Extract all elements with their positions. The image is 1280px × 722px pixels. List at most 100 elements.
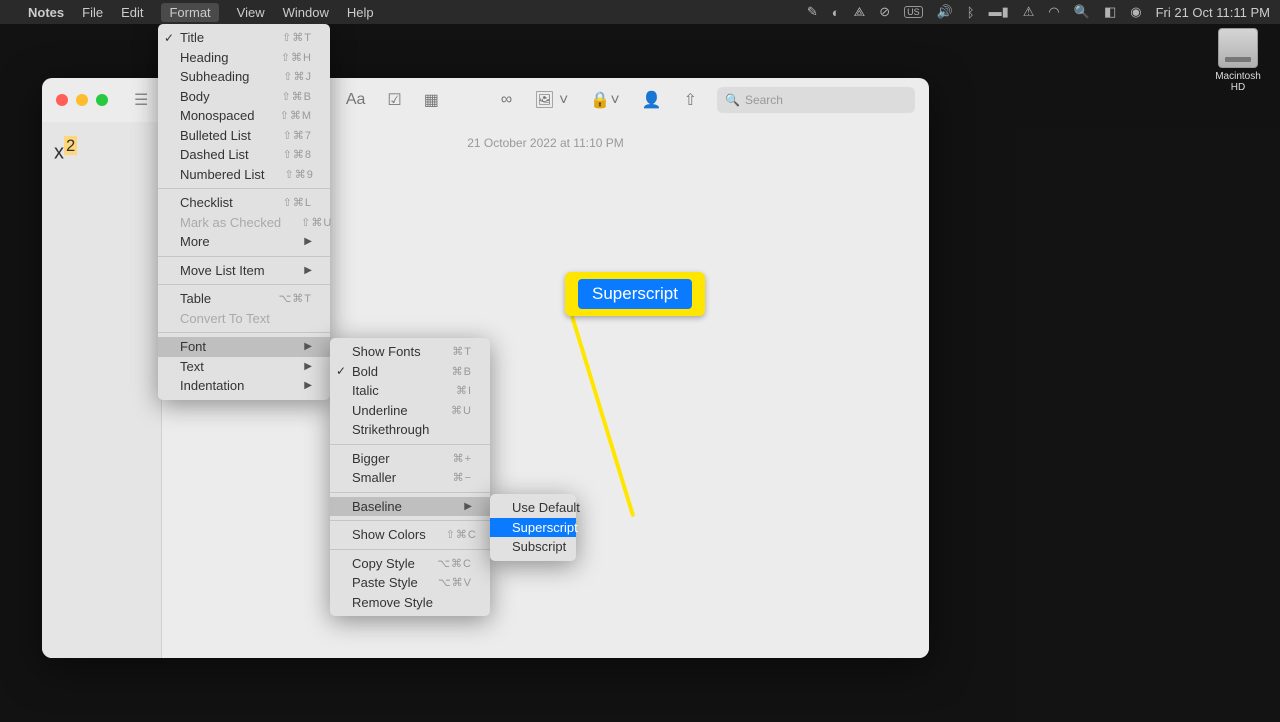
format-item-checklist[interactable]: Checklist⇧⌘L — [158, 193, 330, 213]
minimize-button[interactable] — [76, 94, 88, 106]
menu-item-shortcut: ⌘U — [431, 404, 472, 417]
font-item-show-colors[interactable]: Show Colors⇧⌘C — [330, 525, 490, 545]
format-item-bulleted-list[interactable]: Bulleted List⇧⌘7 — [158, 126, 330, 146]
format-item-monospaced[interactable]: Monospaced ⇧⌘M — [158, 106, 330, 126]
menu-item-label: Show Fonts — [352, 344, 421, 359]
search-placeholder: Search — [745, 93, 783, 107]
sidebar-toggle-icon[interactable]: ☰ — [134, 90, 148, 110]
baseline-item-subscript[interactable]: Subscript — [490, 537, 576, 557]
format-separator — [158, 332, 330, 333]
format-item-font[interactable]: Font▶ — [158, 337, 330, 357]
font-item-paste-style[interactable]: Paste Style⌥⌘V — [330, 573, 490, 593]
format-separator — [158, 188, 330, 189]
font-item-bold[interactable]: ✓Bold⌘B — [330, 362, 490, 382]
close-button[interactable] — [56, 94, 68, 106]
menu-item-shortcut: ⇧⌘M — [260, 109, 312, 122]
menu-item-label: Table — [180, 291, 211, 306]
status-icon[interactable]: ◐ — [832, 5, 840, 20]
menu-item-label: Monospaced — [180, 108, 254, 123]
font-item-smaller[interactable]: Smaller⌘− — [330, 468, 490, 488]
desktop-hd-icon[interactable]: Macintosh HD — [1210, 28, 1266, 93]
font-item-bigger[interactable]: Bigger⌘+ — [330, 449, 490, 469]
menu-edit[interactable]: Edit — [121, 5, 143, 20]
baseline-item-superscript[interactable]: Superscript — [490, 518, 576, 538]
status-icon[interactable]: ⊘ — [879, 4, 890, 20]
menu-item-label: Bold — [352, 364, 378, 379]
font-item-underline[interactable]: Underline⌘U — [330, 401, 490, 421]
font-item-strikethrough[interactable]: Strikethrough — [330, 420, 490, 440]
app-name[interactable]: Notes — [28, 5, 64, 20]
format-item-dashed-list[interactable]: Dashed List⇧⌘8 — [158, 145, 330, 165]
font-item-copy-style[interactable]: Copy Style⌥⌘C — [330, 554, 490, 574]
format-item-title[interactable]: ✓Title⇧⌘T — [158, 28, 330, 48]
menu-item-shortcut: ⇧⌘J — [263, 70, 312, 83]
submenu-arrow-icon: ▶ — [284, 236, 312, 247]
format-item-body[interactable]: Body⇧⌘B — [158, 87, 330, 107]
format-item-heading[interactable]: Heading⇧⌘H — [158, 48, 330, 68]
font-item-italic[interactable]: Italic⌘I — [330, 381, 490, 401]
check-icon: ✓ — [164, 31, 174, 45]
control-center-icon[interactable]: ◧ — [1104, 4, 1116, 20]
format-item-text[interactable]: Text▶ — [158, 357, 330, 377]
table-icon[interactable]: ▦ — [424, 90, 439, 110]
siri-icon[interactable]: ◉ — [1130, 4, 1141, 20]
format-item-move-list-item[interactable]: Move List Item ▶ — [158, 261, 330, 281]
font-item-show-fonts[interactable]: Show Fonts⌘T — [330, 342, 490, 362]
font-item-remove-style[interactable]: Remove Style — [330, 593, 490, 613]
baseline-item-use-default[interactable]: Use Default — [490, 498, 576, 518]
menu-item-label: Move List Item — [180, 263, 265, 278]
menu-item-label: Superscript — [512, 520, 578, 535]
wifi-icon[interactable]: ⚠ — [1023, 4, 1035, 20]
notes-list-sidebar[interactable]: x2 — [42, 122, 162, 658]
menu-item-shortcut: ⇧⌘U — [281, 216, 332, 229]
menu-item-label: Copy Style — [352, 556, 415, 571]
checklist-icon[interactable]: ☑ — [387, 90, 401, 110]
format-item-more[interactable]: More▶ — [158, 232, 330, 252]
collaborate-icon[interactable]: 👤 — [642, 90, 662, 110]
volume-icon[interactable]: 🔊 — [937, 4, 953, 20]
submenu-arrow-icon: ▶ — [284, 265, 312, 276]
format-item-table[interactable]: Table ⌥⌘T — [158, 289, 330, 309]
zoom-button[interactable] — [96, 94, 108, 106]
baseline-submenu: Use Default Superscript Subscript — [490, 494, 576, 561]
format-item-mark-as-checked: Mark as Checked⇧⌘U — [158, 213, 330, 233]
menubar-clock[interactable]: Fri 21 Oct 11:11 PM — [1156, 5, 1270, 20]
font-separator — [330, 444, 490, 445]
menu-item-label: Italic — [352, 383, 379, 398]
submenu-arrow-icon: ▶ — [284, 341, 312, 352]
menu-view[interactable]: View — [237, 5, 265, 20]
text-style-icon[interactable]: Aa — [346, 91, 366, 109]
menu-item-shortcut: ⌥⌘T — [259, 292, 312, 305]
wifi-icon[interactable]: ◠ — [1048, 4, 1059, 20]
menu-file[interactable]: File — [82, 5, 103, 20]
bluetooth-icon[interactable]: ᛒ — [967, 5, 975, 20]
menu-item-label: Mark as Checked — [180, 215, 281, 230]
menu-format[interactable]: Format — [161, 3, 218, 22]
search-input[interactable]: 🔍 Search — [717, 87, 915, 113]
status-icon[interactable]: ⟁ — [854, 4, 866, 20]
status-icon[interactable]: ✎ — [807, 4, 818, 20]
menu-item-label: Use Default — [512, 500, 580, 515]
menu-item-label: Smaller — [352, 470, 396, 485]
submenu-arrow-icon: ▶ — [284, 380, 312, 391]
format-item-indentation[interactable]: Indentation▶ — [158, 376, 330, 396]
media-icon[interactable]: 🖼 ˅ — [534, 90, 568, 110]
menu-item-label: Heading — [180, 50, 228, 65]
lock-icon[interactable]: 🔒˅ — [590, 90, 619, 110]
share-icon[interactable]: ⇧ — [684, 90, 697, 110]
submenu-arrow-icon: ▶ — [284, 361, 312, 372]
font-separator — [330, 520, 490, 521]
link-icon[interactable]: ∞ — [501, 91, 512, 109]
spotlight-icon[interactable]: 🔍 — [1074, 4, 1090, 20]
font-item-baseline[interactable]: Baseline▶ — [330, 497, 490, 517]
menu-item-shortcut: ⇧⌘C — [426, 528, 477, 541]
format-item-numbered-list[interactable]: Numbered List⇧⌘9 — [158, 165, 330, 185]
format-item-subheading[interactable]: Subheading⇧⌘J — [158, 67, 330, 87]
menu-item-label: Numbered List — [180, 167, 265, 182]
keyboard-input-icon[interactable]: US — [904, 6, 923, 18]
note-preview[interactable]: x2 — [54, 136, 149, 165]
format-menu: ✓Title⇧⌘THeading⇧⌘HSubheading⇧⌘JBody⇧⌘BM… — [158, 24, 330, 400]
battery-icon[interactable]: ▬▮ — [989, 4, 1009, 20]
menu-help[interactable]: Help — [347, 5, 374, 20]
menu-window[interactable]: Window — [283, 5, 329, 20]
